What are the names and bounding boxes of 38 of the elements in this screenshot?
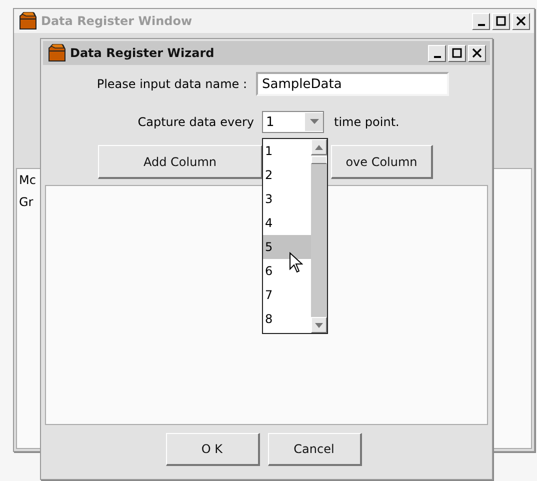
cursor-icon [289,252,303,274]
box-icon [47,44,67,62]
dropdown-option[interactable]: 5 [263,235,311,259]
minimize-icon [434,56,440,58]
close-button[interactable] [512,12,530,30]
dropdown-option[interactable]: 2 [263,163,311,187]
interval-dropdown[interactable]: 1 [262,111,324,133]
unit-label: time point. [334,115,400,129]
minimize-button[interactable] [428,44,446,62]
dropdown-option[interactable]: 3 [263,187,311,211]
scroll-thumb[interactable] [311,156,327,164]
ok-button[interactable]: O K [166,433,260,466]
add-column-button[interactable]: Add Column [98,145,263,179]
window-title: Data Register Wizard [70,46,216,60]
box-icon [18,12,38,30]
scroll-up-icon[interactable] [311,139,327,155]
minimize-icon [478,24,484,26]
name-field[interactable]: SampleData [256,72,449,96]
scroll-down-icon[interactable] [311,317,327,333]
close-icon [472,48,482,58]
caret-icon [310,119,318,125]
window-title: Data Register Window [41,14,194,28]
name-label: Please input data name : [96,77,248,91]
dropdown-option[interactable]: 7 [263,283,311,307]
remove-column-button[interactable]: ove Column [331,145,433,179]
minimize-button[interactable] [472,12,490,30]
close-icon [516,16,526,26]
maximize-icon [452,48,462,58]
capture-label: Capture data every [136,115,255,129]
maximize-icon [496,16,506,26]
dropdown-option[interactable]: 1 [263,139,311,163]
cancel-button[interactable]: Cancel [268,433,362,466]
close-button[interactable] [468,44,486,62]
dropdown-option[interactable]: 6 [263,259,311,283]
dropdown-option[interactable]: 8 [263,307,311,331]
dropdown-option[interactable]: 4 [263,211,311,235]
maximize-button[interactable] [492,12,510,30]
maximize-button[interactable] [448,44,466,62]
